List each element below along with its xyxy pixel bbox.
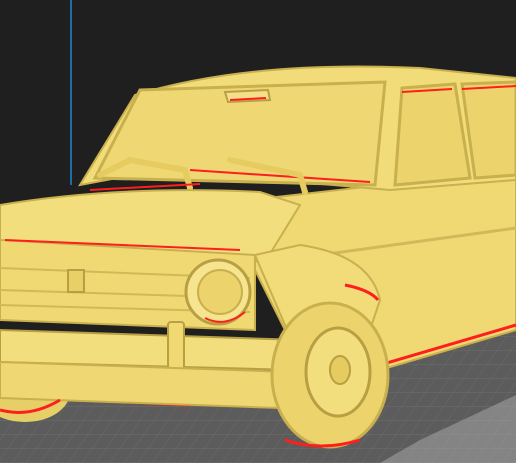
headlight (184, 258, 252, 326)
side-window-front (393, 82, 472, 187)
front-badge (67, 269, 85, 293)
viewport-canvas[interactable] (0, 0, 516, 463)
front-wheel (270, 301, 390, 449)
3d-viewport[interactable] (0, 0, 516, 463)
